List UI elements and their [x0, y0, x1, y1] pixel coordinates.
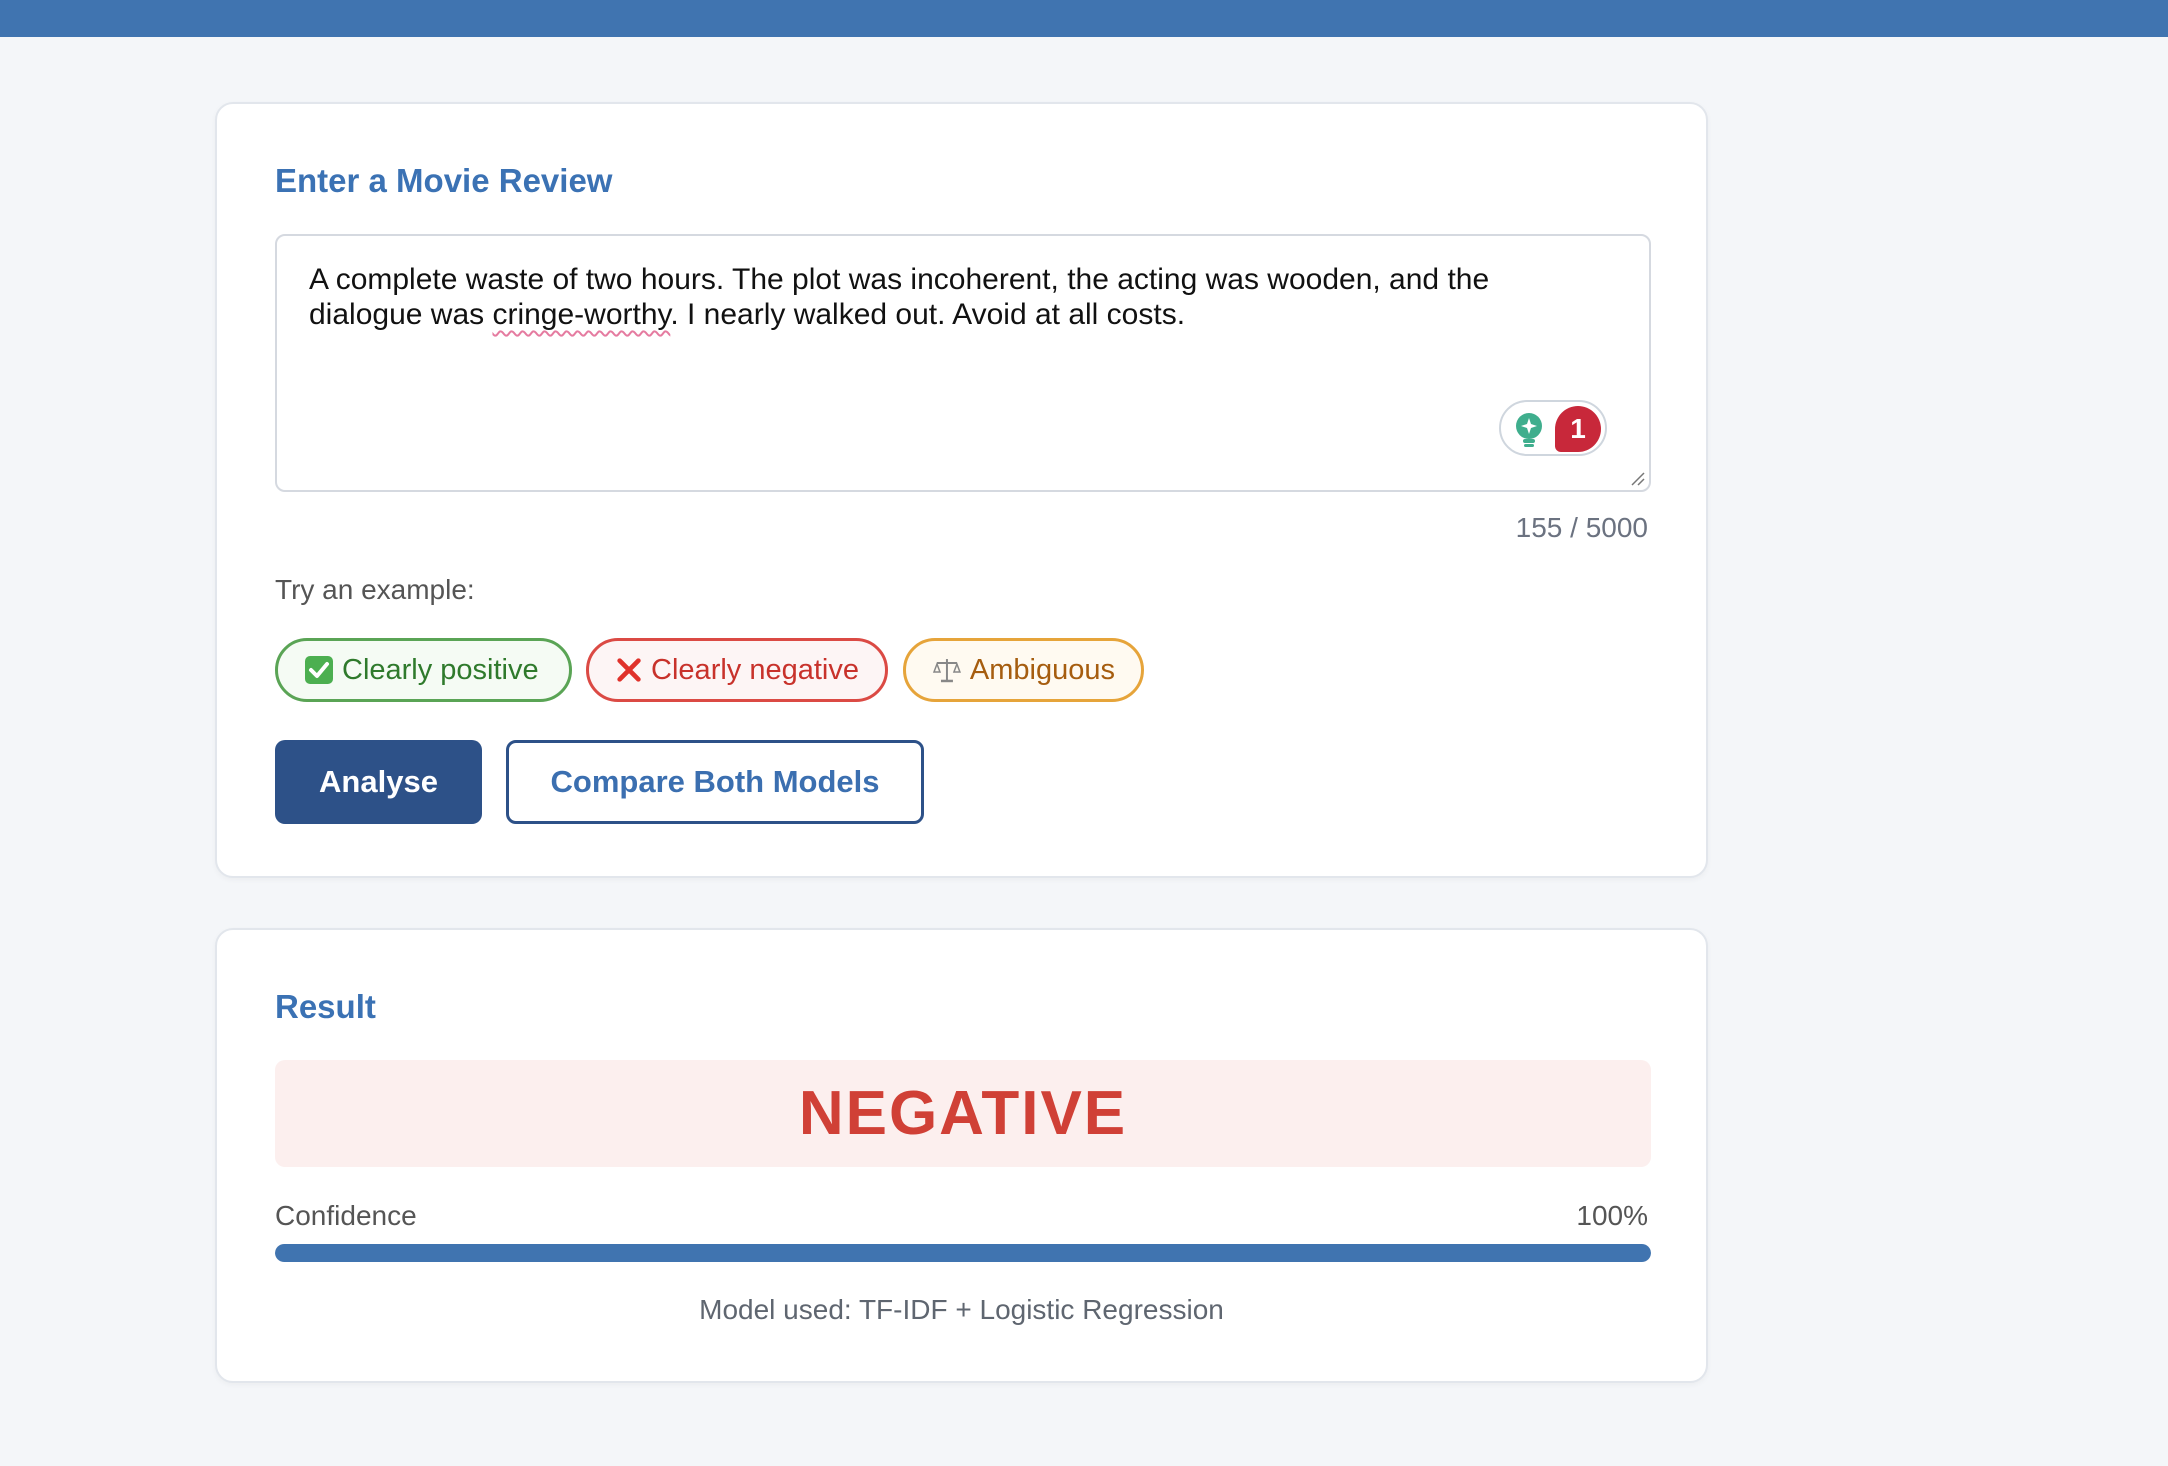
misspelled-word[interactable]: cringe-worthy [492, 298, 670, 331]
review-text: A complete waste of two hours. The plot … [309, 263, 1490, 331]
confidence-label: Confidence [275, 1200, 417, 1231]
example-positive-label: Clearly positive [342, 654, 539, 686]
input-card-title: Enter a Movie Review [275, 162, 613, 199]
sentiment-label: NEGATIVE [798, 1079, 1128, 1148]
result-card-title: Result [275, 988, 376, 1025]
review-textarea[interactable]: A complete waste of two hours. The plot … [275, 234, 1651, 492]
examples-label: Try an example: [275, 574, 475, 605]
model-used-text: Model used: TF-IDF + Logistic Regression [699, 1294, 1224, 1325]
example-ambiguous-label: Ambiguous [969, 654, 1115, 686]
example-positive-button[interactable]: Clearly positive [275, 638, 572, 702]
lightbulb-icon [1516, 413, 1542, 447]
cross-mark-icon [617, 658, 641, 682]
analyse-button[interactable]: Analyse [275, 740, 482, 824]
example-negative-label: Clearly negative [651, 654, 859, 686]
check-mark-icon [305, 656, 333, 684]
grammar-issue-count: 1 [1555, 406, 1601, 452]
review-input-card: Enter a Movie Review A complete waste of… [215, 102, 1708, 878]
character-count: 155 / 5000 [1515, 512, 1648, 543]
compare-both-models-button[interactable]: Compare Both Models [506, 740, 924, 824]
confidence-value: 100% [1576, 1200, 1648, 1231]
balance-scale-icon [932, 659, 961, 683]
grammar-assistant-badge[interactable]: 1 [1499, 400, 1607, 456]
example-ambiguous-button[interactable]: Ambiguous [903, 638, 1144, 702]
top-bar [0, 0, 2168, 37]
sentiment-result-banner: NEGATIVE [275, 1060, 1651, 1167]
confidence-bar [275, 1244, 1651, 1262]
result-card: Result NEGATIVE Confidence 100% Model us… [215, 928, 1708, 1383]
confidence-bar-fill [275, 1244, 1651, 1262]
example-negative-button[interactable]: Clearly negative [586, 638, 888, 702]
resize-handle-icon[interactable] [1629, 470, 1645, 486]
